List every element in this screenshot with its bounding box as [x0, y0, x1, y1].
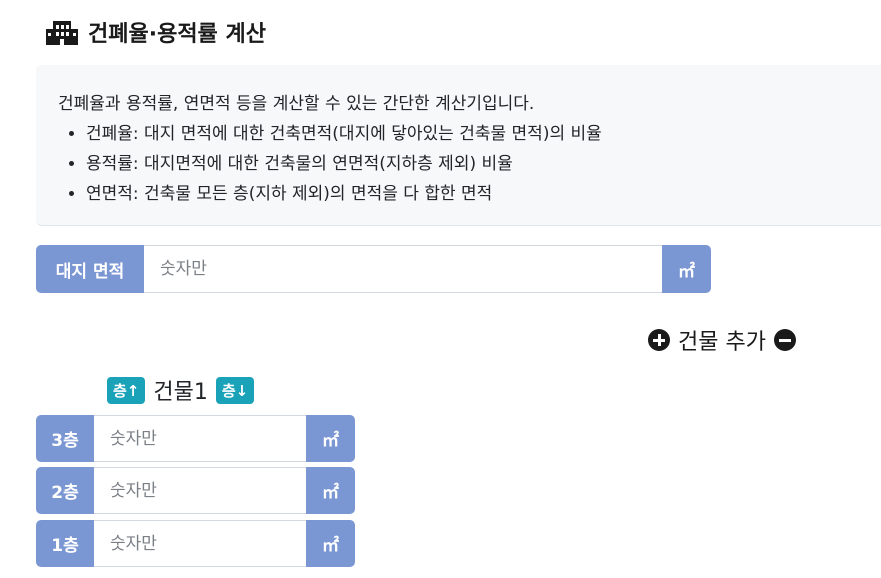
minus-circle-icon[interactable] — [773, 329, 796, 351]
floor-area-input[interactable] — [94, 415, 306, 462]
building-icon — [46, 19, 78, 45]
site-area-group: 대지 면적 ㎡ — [36, 245, 711, 293]
info-intro: 건폐율과 용적률, 연면적 등을 계산할 수 있는 간단한 계산기입니다. — [58, 94, 535, 114]
floor-label: 1층 — [36, 520, 94, 567]
building-name: 건물1 — [153, 380, 208, 405]
floor-unit: ㎡ — [306, 467, 355, 514]
floor-unit: ㎡ — [306, 520, 355, 567]
floor-unit: ㎡ — [306, 415, 355, 462]
floor-area-input[interactable] — [94, 520, 306, 567]
add-building-label: 건물 추가 — [678, 330, 766, 355]
info-item-coverage: 건폐율: 대지 면적에 대한 건축면적(대지에 닿아있는 건축물 면적)의 비율 — [86, 119, 881, 149]
floor-label: 3층 — [36, 415, 94, 462]
plus-circle-icon[interactable] — [648, 329, 670, 351]
floor-row: 3층 ㎡ — [36, 415, 355, 462]
floor-up-button[interactable]: 층↑ — [107, 376, 146, 404]
info-list: 건폐율: 대지 면적에 대한 건축면적(대지에 닿아있는 건축물 면적)의 비율… — [58, 119, 881, 209]
page-title: 건폐율·용적률 계산 — [46, 14, 266, 50]
page-title-text: 건폐율·용적률 계산 — [88, 22, 266, 47]
site-area-label: 대지 면적 — [36, 245, 144, 293]
building-controls: 건물 추가 — [648, 323, 796, 357]
info-item-floor-area-ratio: 용적률: 대지면적에 대한 건축물의 연면적(지하층 제외) 비율 — [86, 149, 881, 179]
floor-area-input[interactable] — [94, 467, 306, 514]
floor-down-button[interactable]: 층↓ — [215, 376, 255, 404]
floor-label: 2층 — [36, 467, 94, 514]
site-area-input[interactable] — [144, 245, 662, 293]
info-item-total-floor-area: 연면적: 건축물 모든 층(지하 제외)의 면적을 다 합한 면적 — [86, 179, 881, 209]
info-box: 건폐율과 용적률, 연면적 등을 계산할 수 있는 간단한 계산기입니다. 건폐… — [36, 65, 881, 226]
floor-row: 1층 ㎡ — [36, 520, 355, 567]
building-header: 층↑ 건물1 층↓ — [107, 374, 255, 406]
site-area-unit: ㎡ — [662, 245, 711, 293]
floor-row: 2층 ㎡ — [36, 467, 355, 514]
